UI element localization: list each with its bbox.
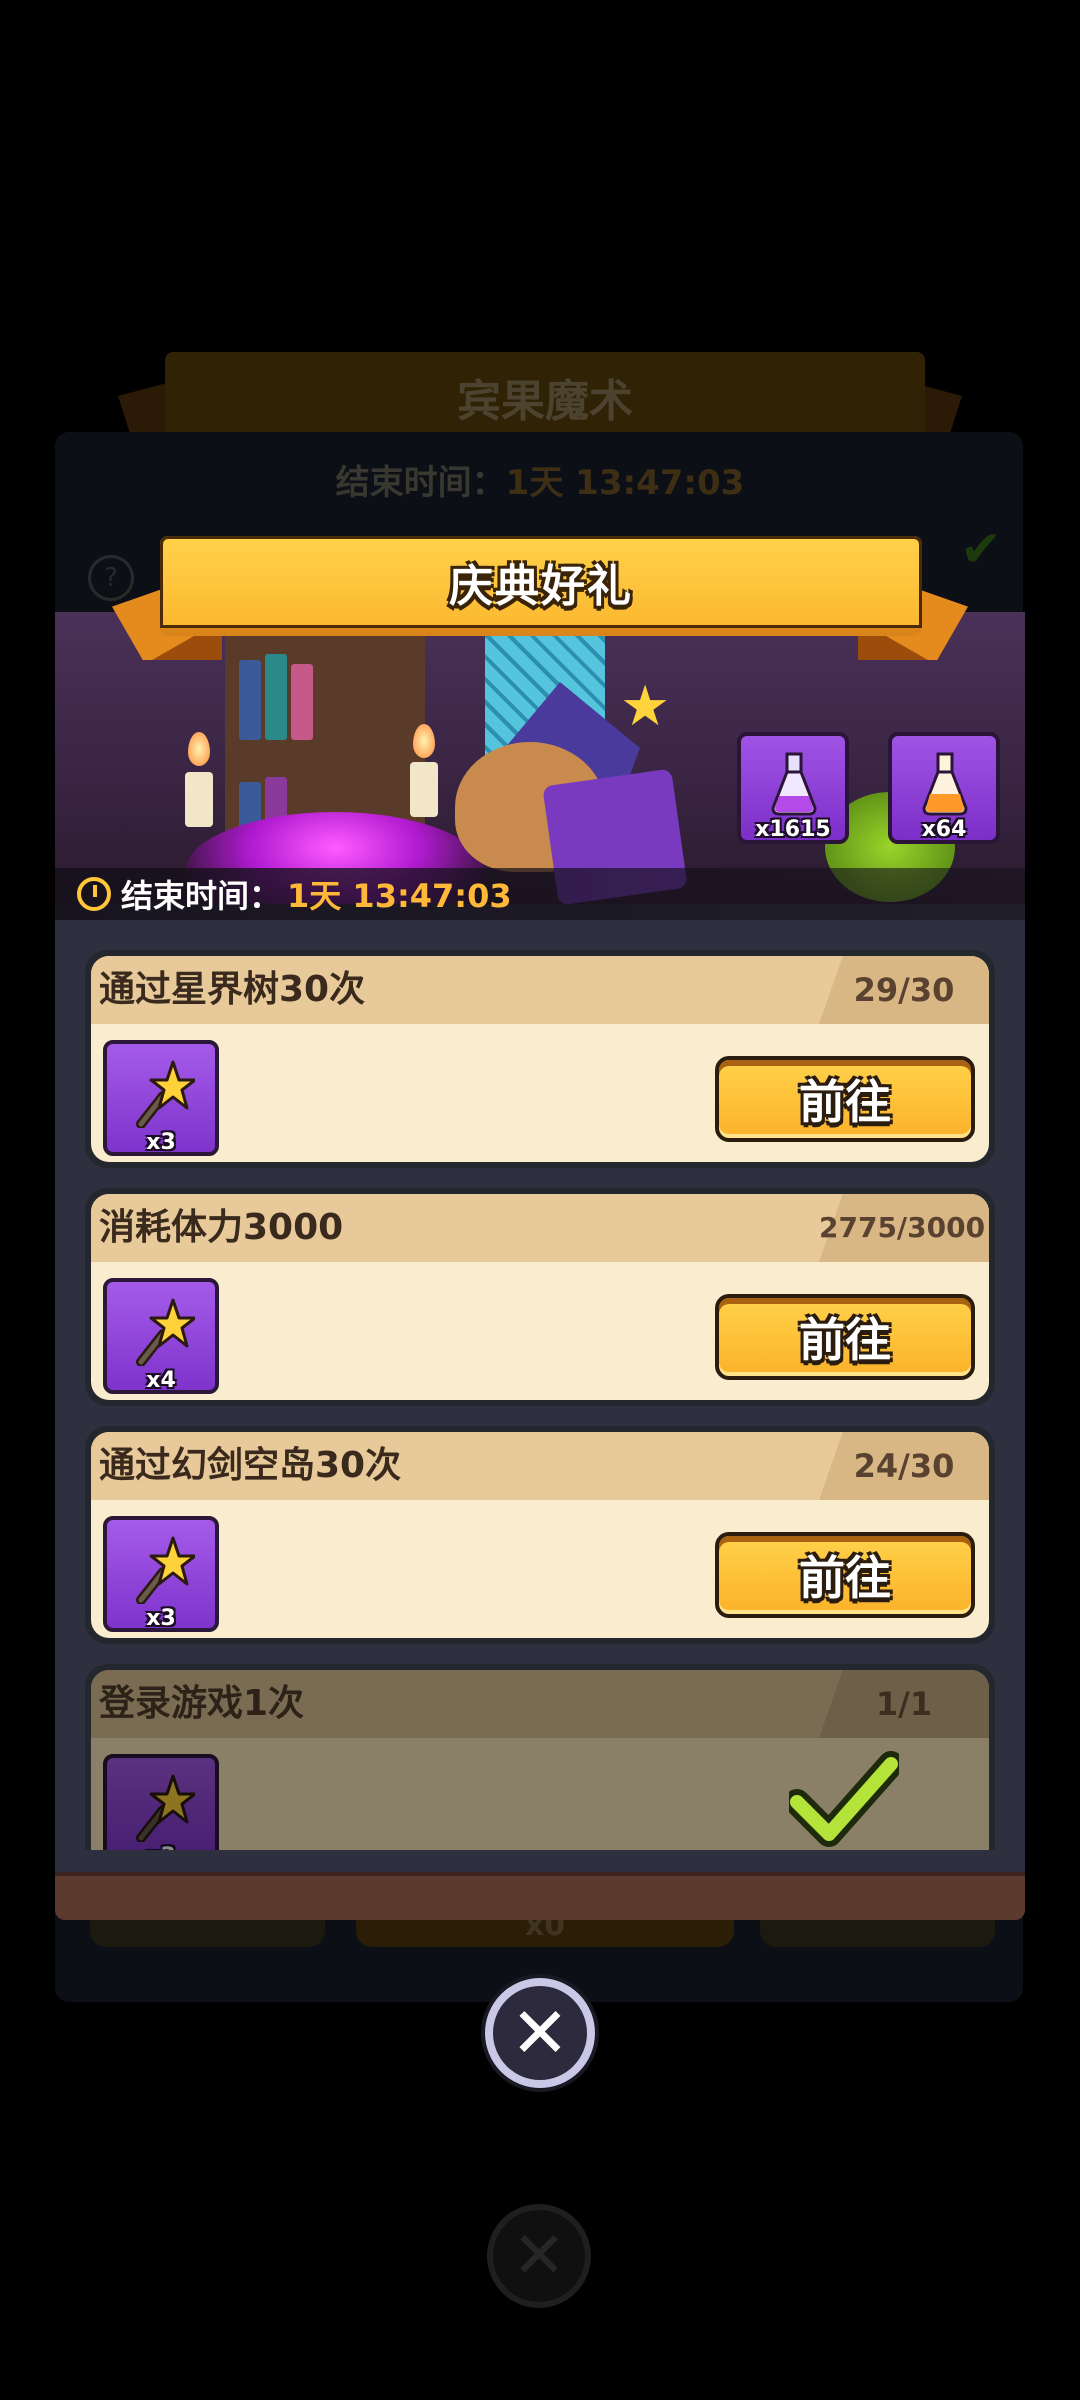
star-icon: ★: [620, 674, 671, 739]
star-wand-icon: [133, 1534, 197, 1605]
timer-label: 结束时间：: [121, 877, 282, 915]
candle-flame-illustration: [413, 724, 435, 758]
task-progress: 24/30: [853, 1447, 955, 1485]
reward-quantity: x1615: [755, 817, 831, 842]
reward-quantity: x3: [107, 1844, 215, 1850]
reward-card[interactable]: x64: [888, 732, 1000, 844]
background-timer: 结束时间：1天 13:47:03: [0, 455, 1080, 504]
task-title: 通过星界树30次: [99, 969, 366, 1010]
candle-illustration: [410, 762, 438, 817]
go-button[interactable]: 前往: [715, 1532, 975, 1618]
background-check-icon: ✔: [960, 520, 1002, 578]
modal-title: 庆典好礼: [449, 561, 633, 612]
reward-item[interactable]: x3: [103, 1516, 219, 1632]
go-button[interactable]: 前往: [715, 1294, 975, 1380]
star-wand-icon: [133, 1296, 197, 1367]
title-ribbon: 庆典好礼: [160, 536, 922, 636]
task-title: 通过幻剑空岛30次: [99, 1445, 402, 1486]
go-button-label: 前往: [799, 1075, 891, 1129]
task-progress: 1/1: [875, 1685, 933, 1723]
reward-quantity: x4: [146, 1368, 176, 1393]
task-list[interactable]: 通过星界树30次 29/30 x3 前往 消耗体力3000 2775/3000: [85, 950, 995, 1850]
event-timer: 结束时间： 1天 13:47:03: [55, 868, 1025, 920]
go-button-label: 前往: [799, 1551, 891, 1605]
orange-potion-icon: [920, 752, 970, 816]
task-title: 登录游戏1次: [99, 1683, 305, 1724]
modal-footer: [55, 1872, 1025, 1920]
task-card: 消耗体力3000 2775/3000 x4 前往: [85, 1188, 995, 1406]
purple-potion-icon: [769, 752, 819, 816]
reward-item[interactable]: x3: [103, 1754, 219, 1850]
task-card-completed: 登录游戏1次 1/1 x3: [85, 1664, 995, 1850]
background-title: 宾果魔术: [457, 376, 633, 427]
timer-value: 1天 13:47:03: [287, 877, 512, 915]
reward-quantity: x64: [921, 817, 967, 842]
task-title: 消耗体力3000: [99, 1207, 344, 1248]
task-progress: 29/30: [853, 971, 955, 1009]
clock-icon: [77, 877, 111, 911]
reward-quantity: x3: [146, 1606, 176, 1631]
background-close-icon: ✕: [487, 2204, 591, 2308]
reward-item[interactable]: x3: [103, 1040, 219, 1156]
background-timer-value: 1天 13:47:03: [505, 463, 745, 503]
task-card: 通过幻剑空岛30次 24/30 x3 前往: [85, 1426, 995, 1644]
go-button-label: 前往: [799, 1313, 891, 1367]
background-help-icon: ?: [88, 555, 134, 601]
reward-item[interactable]: x4: [103, 1278, 219, 1394]
task-progress: 2775/3000: [819, 1211, 986, 1244]
go-button[interactable]: 前往: [715, 1056, 975, 1142]
background-timer-label: 结束时间：: [335, 463, 506, 503]
star-wand-icon: [133, 1058, 197, 1129]
close-button[interactable]: ✕: [485, 1978, 595, 2088]
candle-illustration: [185, 772, 213, 827]
reward-card[interactable]: x1615: [737, 732, 849, 844]
close-icon: ✕: [510, 1992, 570, 2074]
completed-check-icon: [784, 1750, 904, 1850]
task-card: 通过星界树30次 29/30 x3 前往: [85, 950, 995, 1168]
star-wand-icon: [133, 1772, 197, 1843]
candle-flame-illustration: [188, 732, 210, 766]
reward-quantity: x3: [146, 1130, 176, 1155]
